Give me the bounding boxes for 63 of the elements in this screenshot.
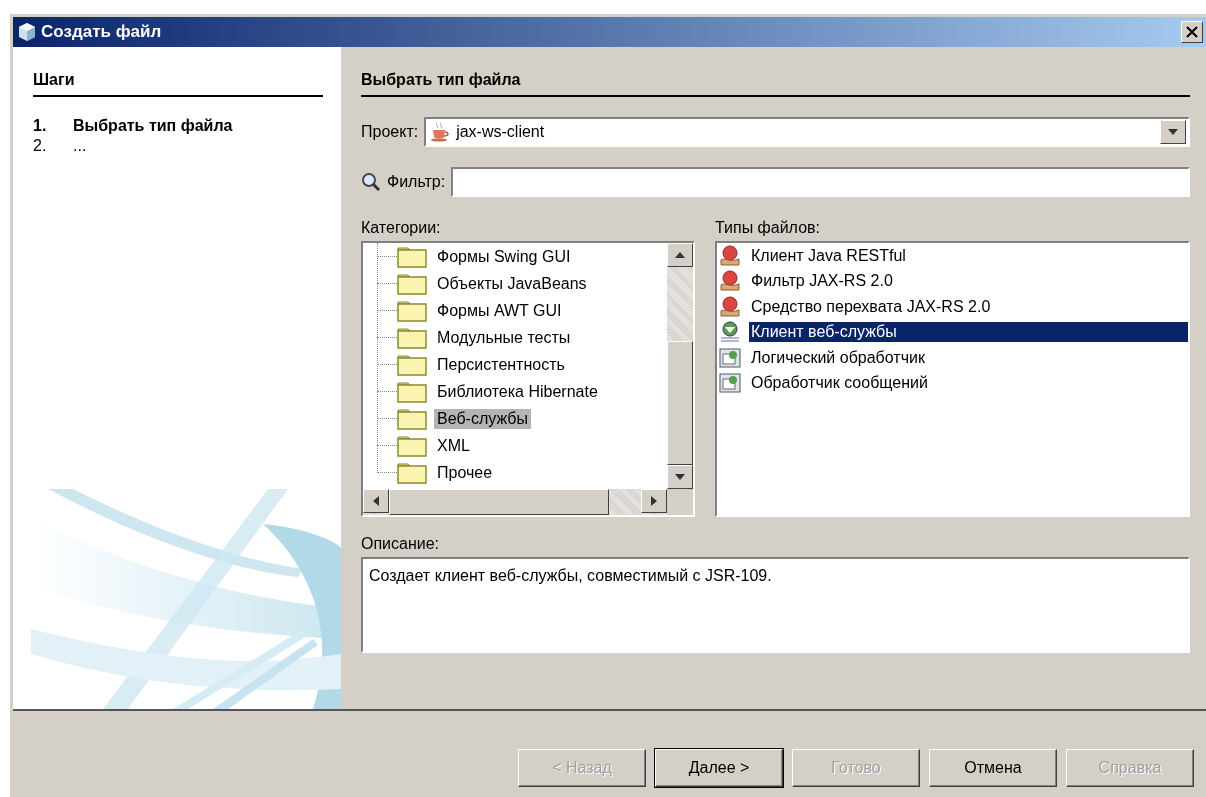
dialog-button[interactable]: Далее > (655, 749, 783, 787)
window-title: Создать файл (41, 22, 163, 42)
folder-icon (397, 326, 427, 349)
list-item[interactable]: Клиент Java RESTful (749, 245, 908, 266)
folder-icon (397, 353, 427, 376)
step-number: 1. (33, 117, 48, 135)
down-arrow-icon (675, 474, 685, 480)
up-arrow-icon (675, 252, 685, 258)
tree-item[interactable]: Объекты JavaBeans (434, 273, 590, 294)
file-types-list[interactable]: Клиент Java RESTful Фильтр JAX-RS 2.0 Средство перехвата JAX-RS 2.0 Клиент веб-службы Логический обработчик Обработчик сообщений (715, 241, 1190, 517)
step-label: ... (73, 137, 88, 155)
service-icon (719, 295, 741, 318)
field-label: Фильтр: (387, 173, 446, 191)
steps-heading: Шаги (33, 71, 323, 97)
tree-item[interactable]: Библиотека Hibernate (434, 381, 601, 402)
folder-icon (397, 434, 427, 457)
filter-field[interactable] (451, 167, 1190, 197)
left-arrow-icon (373, 496, 379, 506)
tree-item[interactable]: Персистентность (434, 354, 568, 375)
folder-icon (397, 407, 427, 430)
step-number: 2. (33, 137, 48, 155)
list-label: Категории: (361, 219, 442, 237)
window-icon (719, 372, 741, 395)
coffee-cup-icon (430, 122, 451, 142)
list-item[interactable]: Обработчик сообщений (749, 373, 930, 394)
list-item[interactable]: Логический обработчик (749, 347, 927, 368)
categories-tree[interactable]: Формы Swing GUI Объекты JavaBeans Формы AWT GUI Модульные тесты Персистентность Библиотека Hibernate Веб-службы XML Прочее (361, 241, 695, 517)
list-item[interactable]: Средство перехвата JAX-RS 2.0 (749, 296, 993, 317)
horizontal-scrollbar[interactable] (363, 489, 667, 515)
right-arrow-icon (651, 496, 657, 506)
dialog-button[interactable]: Отмена (929, 749, 1057, 787)
description-label: Описание: (361, 535, 441, 553)
step-label: Выбрать тип файла (73, 117, 234, 135)
folder-icon (397, 380, 427, 403)
project-dropdown[interactable]: jax-ws-client (424, 117, 1190, 147)
vertical-scrollbar[interactable] (667, 243, 693, 489)
tree-item[interactable]: Формы AWT GUI (434, 300, 565, 321)
cube-icon (17, 22, 37, 42)
field-label: Проект: (361, 123, 419, 141)
list-label: Типы файлов: (715, 219, 821, 237)
description-text: Создает клиент веб-службы, совместимый с JSR-109. (361, 557, 1190, 653)
list-item[interactable]: Клиент веб-службы (749, 322, 1188, 343)
folder-icon (397, 461, 427, 484)
dropdown-button[interactable] (1160, 120, 1186, 144)
search-icon (361, 172, 381, 192)
panel-heading: Выбрать тип файла (361, 71, 1190, 97)
service-icon (719, 270, 741, 293)
tree-item[interactable]: XML (434, 435, 473, 456)
globe-icon (719, 321, 741, 344)
tree-item[interactable]: Прочее (434, 462, 496, 483)
tree-item[interactable]: Модульные тесты (434, 327, 574, 348)
close-button[interactable] (1181, 21, 1203, 43)
folder-icon (397, 272, 427, 295)
close-icon (1186, 26, 1198, 38)
caret-icon (1168, 129, 1178, 135)
folder-icon (397, 299, 427, 322)
tree-item[interactable]: Формы Swing GUI (434, 246, 574, 267)
window-icon (719, 346, 741, 369)
tree-item[interactable]: Веб-службы (434, 408, 531, 429)
scrollbar-corner (667, 489, 693, 515)
service-icon (719, 244, 741, 267)
list-item[interactable]: Фильтр JAX-RS 2.0 (749, 271, 895, 292)
folder-icon (397, 245, 427, 268)
